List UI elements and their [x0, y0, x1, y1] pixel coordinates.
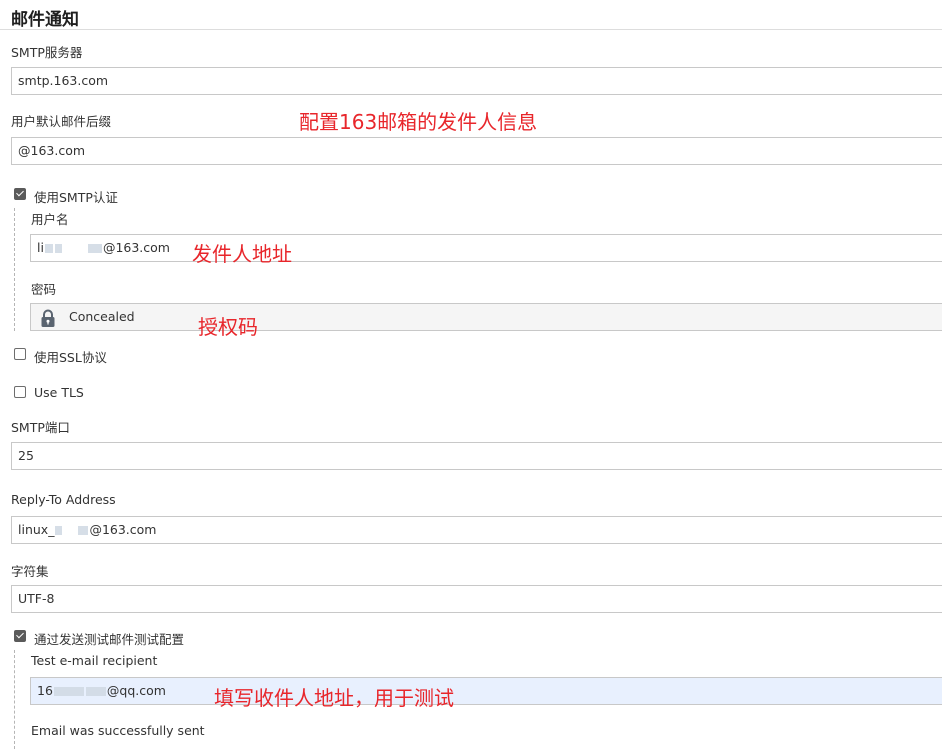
username-value-suffix: @163.com — [102, 240, 170, 255]
smtp-port-label: SMTP端口 — [11, 420, 70, 435]
smtp-port-input[interactable]: 25 — [11, 442, 942, 470]
redaction-mark — [53, 687, 84, 696]
username-input[interactable]: li @163.com — [30, 234, 942, 262]
charset-label: 字符集 — [11, 564, 49, 579]
test-config-label[interactable]: 通过发送测试邮件测试配置 — [34, 629, 184, 648]
smtp-server-label: SMTP服务器 — [11, 45, 83, 60]
annotation-sender-address: 发件人地址 — [192, 242, 292, 266]
section-divider — [0, 29, 942, 30]
section-title: 邮件通知 — [11, 10, 79, 30]
test-config-checkbox[interactable] — [14, 630, 26, 642]
annotation-sender-info: 配置163邮箱的发件人信息 — [299, 110, 538, 134]
test-recipient-value-prefix: 16 — [37, 683, 53, 698]
test-group-indent-line — [14, 650, 15, 749]
lock-icon — [41, 309, 55, 327]
redaction-mark — [87, 244, 102, 253]
test-recipient-input[interactable]: 16 @qq.com — [30, 677, 942, 705]
username-value-prefix: li — [37, 240, 44, 255]
reply-to-value-suffix: @163.com — [89, 522, 157, 537]
redaction-mark — [85, 687, 106, 696]
password-concealed-value: Concealed — [69, 309, 135, 324]
username-label: 用户名 — [31, 212, 69, 227]
reply-to-label: Reply-To Address — [11, 492, 116, 507]
test-recipient-label: Test e-mail recipient — [31, 653, 158, 668]
smtp-auth-checkbox[interactable] — [14, 188, 26, 200]
smtp-server-input[interactable]: smtp.163.com — [11, 67, 942, 95]
default-suffix-label: 用户默认邮件后缀 — [11, 114, 112, 129]
use-tls-checkbox[interactable] — [14, 386, 26, 398]
password-concealed-field[interactable]: Concealed — [30, 303, 942, 331]
test-status-text: Email was successfully sent — [31, 723, 205, 738]
redaction-mark — [78, 526, 89, 535]
annotation-auth-code: 授权码 — [198, 315, 258, 339]
use-tls-label[interactable]: Use TLS — [34, 385, 84, 400]
reply-to-input[interactable]: linux_ @163.com — [11, 516, 942, 544]
use-ssl-label[interactable]: 使用SSL协议 — [34, 347, 107, 366]
auth-group-indent-line — [14, 208, 15, 331]
redaction-mark — [44, 244, 53, 253]
charset-input[interactable]: UTF-8 — [11, 585, 942, 613]
test-recipient-value-suffix: @qq.com — [106, 683, 166, 698]
default-suffix-input[interactable]: @163.com — [11, 137, 942, 165]
redaction-mark — [55, 526, 63, 535]
redaction-mark — [54, 244, 62, 253]
use-ssl-checkbox[interactable] — [14, 348, 26, 360]
annotation-recipient-hint: 填写收件人地址，用于测试 — [214, 686, 454, 710]
password-label: 密码 — [31, 282, 57, 297]
smtp-auth-label[interactable]: 使用SMTP认证 — [34, 187, 118, 206]
reply-to-value-prefix: linux_ — [18, 522, 55, 537]
